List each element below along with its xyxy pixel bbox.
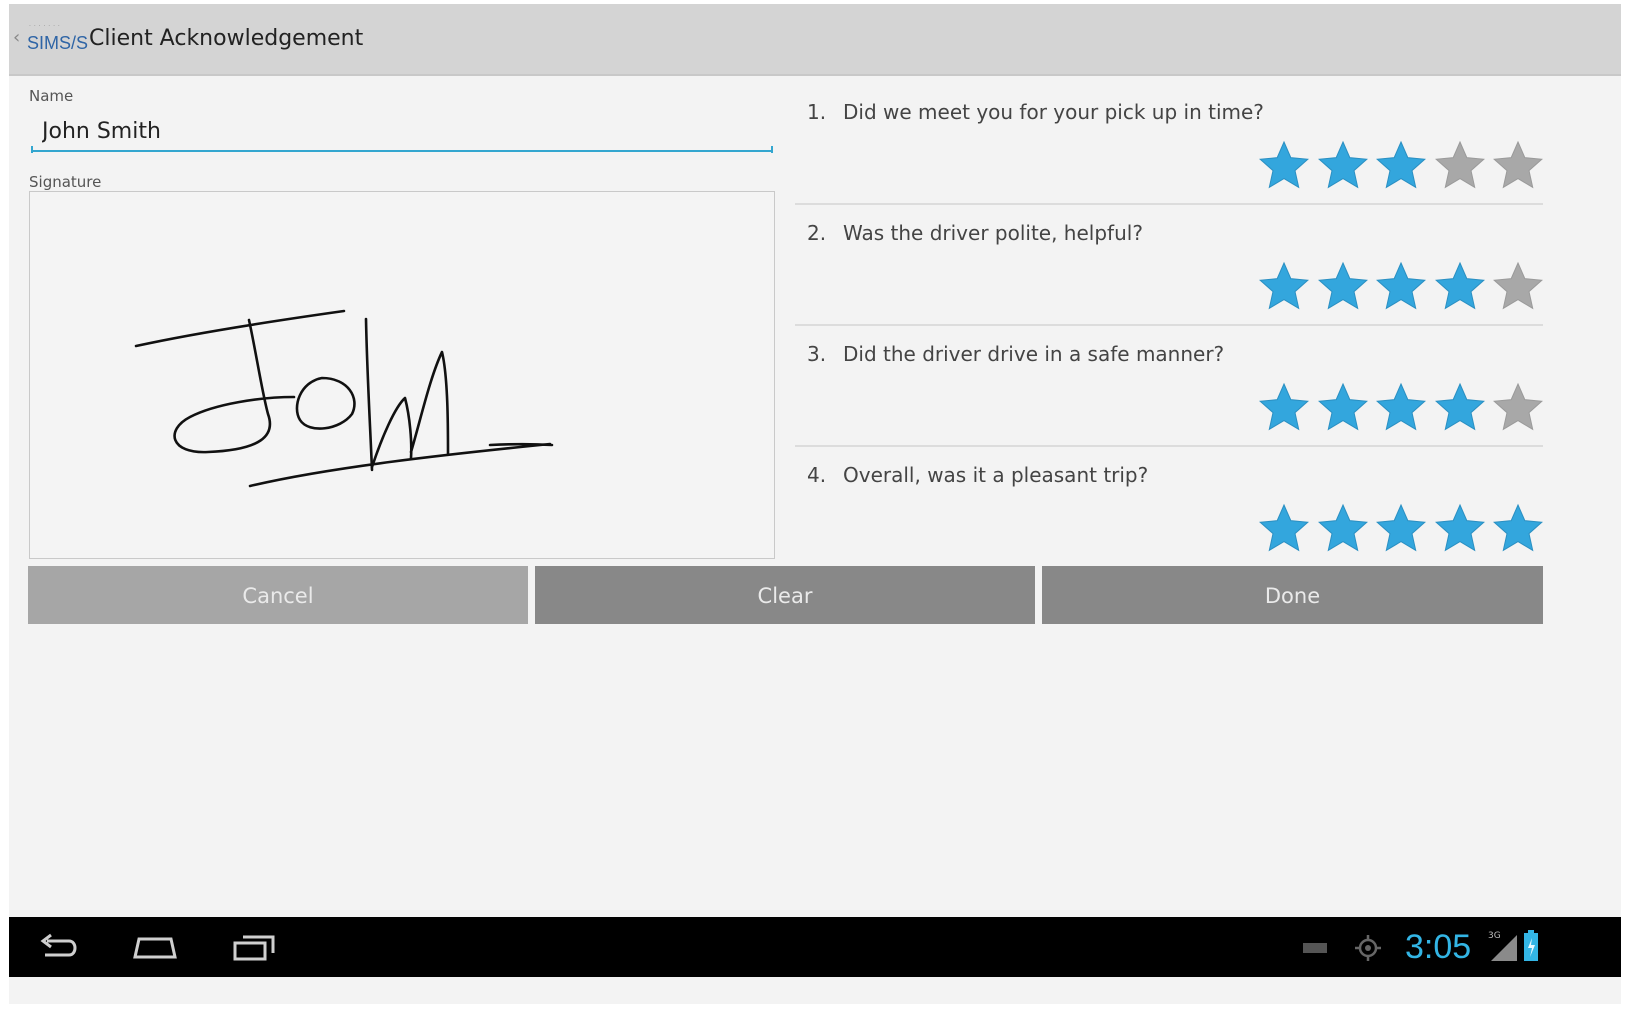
star-filled-icon[interactable] xyxy=(1376,382,1426,432)
star-filled-icon[interactable] xyxy=(1434,382,1485,432)
app-screen: ‹ · · · · · · · SIMS/S Client Acknowledg… xyxy=(9,4,1621,1004)
signature-stroke xyxy=(409,350,450,456)
clear-button[interactable]: Clear xyxy=(535,566,1035,624)
location-icon xyxy=(1355,935,1381,961)
star-rating[interactable] xyxy=(1251,140,1544,190)
page-title: Client Acknowledgement xyxy=(89,26,364,51)
signature-stroke xyxy=(173,318,296,454)
signature-stroke xyxy=(134,309,346,348)
question-number: 1. xyxy=(807,100,827,124)
logo-small-text: · · · · · · · xyxy=(29,23,61,30)
star-empty-icon[interactable] xyxy=(1493,140,1543,190)
signature-stroke xyxy=(370,396,413,469)
signature-stroke xyxy=(488,442,554,447)
star-empty-icon[interactable] xyxy=(1493,261,1543,311)
signature-stroke xyxy=(364,317,374,472)
cancel-button[interactable]: Cancel xyxy=(28,566,528,624)
question-text: Did the driver drive in a safe manner? xyxy=(843,342,1225,366)
star-rating[interactable] xyxy=(1251,261,1544,311)
star-empty-icon[interactable] xyxy=(1434,140,1485,190)
star-filled-icon[interactable] xyxy=(1317,503,1368,553)
signal-icon xyxy=(1491,935,1517,961)
question-item: 3. Did the driver drive in a safe manner? xyxy=(795,326,1543,447)
signature-stroke xyxy=(295,376,356,430)
question-number: 3. xyxy=(807,342,827,366)
star-filled-icon[interactable] xyxy=(1259,140,1309,190)
question-item: 2. Was the driver polite, helpful? xyxy=(795,205,1543,326)
action-bar: ‹ · · · · · · · SIMS/S Client Acknowledg… xyxy=(9,4,1621,76)
star-filled-icon[interactable] xyxy=(1317,261,1368,311)
star-filled-icon[interactable] xyxy=(1376,261,1426,311)
question-text: Was the driver polite, helpful? xyxy=(843,221,1143,245)
signature-label: Signature xyxy=(29,173,102,191)
star-filled-icon[interactable] xyxy=(1259,382,1309,432)
star-filled-icon[interactable] xyxy=(1493,503,1543,553)
star-empty-icon[interactable] xyxy=(1493,382,1543,432)
star-rating[interactable] xyxy=(1251,382,1544,432)
home-icon[interactable] xyxy=(131,933,179,961)
star-filled-icon[interactable] xyxy=(1376,503,1426,553)
done-button[interactable]: Done xyxy=(1042,566,1543,624)
up-caret-icon[interactable]: ‹ xyxy=(13,29,20,47)
name-input[interactable] xyxy=(31,112,773,152)
recent-apps-icon[interactable] xyxy=(231,933,277,963)
star-filled-icon[interactable] xyxy=(1317,382,1368,432)
clock: 3:05 xyxy=(1405,928,1472,966)
star-rating[interactable] xyxy=(1251,503,1544,553)
app-logo[interactable]: · · · · · · · SIMS/S xyxy=(25,23,88,56)
question-text: Did we meet you for your pick up in time… xyxy=(843,100,1264,124)
star-filled-icon[interactable] xyxy=(1434,503,1485,553)
star-filled-icon[interactable] xyxy=(1259,503,1309,553)
battery-icon xyxy=(1524,930,1538,961)
name-label: Name xyxy=(29,87,74,105)
star-filled-icon[interactable] xyxy=(1317,140,1368,190)
system-nav-bar: 3:05 3G xyxy=(9,917,1621,977)
question-number: 4. xyxy=(807,463,827,487)
star-filled-icon[interactable] xyxy=(1259,261,1309,311)
signature-stroke xyxy=(248,442,552,488)
keyboard-icon xyxy=(1303,943,1327,953)
signature-pad[interactable] xyxy=(29,191,775,559)
logo-text: SIMS/S xyxy=(27,33,89,53)
star-filled-icon[interactable] xyxy=(1434,261,1485,311)
question-text: Overall, was it a pleasant trip? xyxy=(843,463,1149,487)
signature-strokes xyxy=(134,309,554,488)
question-item: 4. Overall, was it a pleasant trip? xyxy=(795,447,1543,568)
back-icon[interactable] xyxy=(37,933,81,963)
question-item: 1. Did we meet you for your pick up in ti… xyxy=(795,84,1543,205)
star-filled-icon[interactable] xyxy=(1376,140,1426,190)
question-number: 2. xyxy=(807,221,827,245)
